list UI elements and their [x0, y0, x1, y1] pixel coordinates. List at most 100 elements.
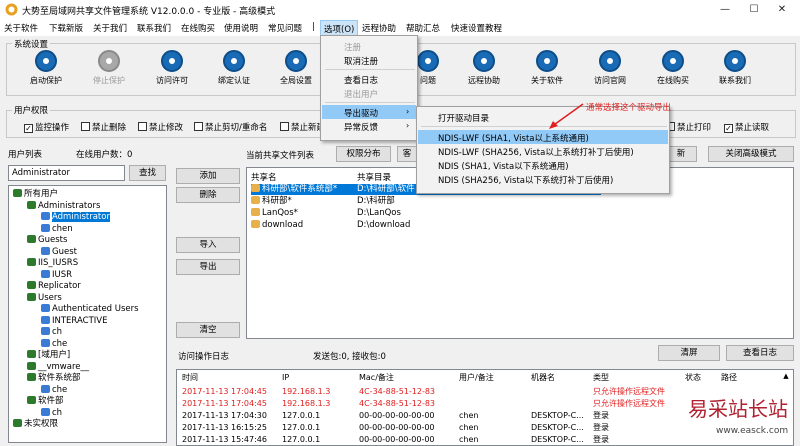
user-icon	[41, 269, 50, 278]
about-software-button[interactable]: 关于软件	[517, 48, 577, 92]
tree-node[interactable]: 未实权限	[13, 419, 58, 430]
tree-node[interactable]: Guests	[27, 235, 67, 246]
tree-node[interactable]: 软件部	[27, 396, 64, 407]
clear-button[interactable]: 清空	[176, 322, 240, 338]
close-advanced-mode-button[interactable]: 关闭高级模式	[708, 146, 794, 162]
search-button[interactable]: 查找	[129, 165, 166, 181]
add-button[interactable]: 添加	[176, 168, 240, 184]
tree-node[interactable]: 所有用户	[13, 189, 58, 200]
folder-icon	[251, 196, 260, 204]
menu-faq[interactable]: 常见问题	[268, 22, 302, 34]
pause-icon	[98, 50, 120, 72]
options-menu-item[interactable]: 导出驱动 ›	[322, 105, 416, 119]
tree-node[interactable]: chen	[41, 223, 73, 235]
user-icon	[41, 304, 50, 312]
buy-online-button[interactable]: 在线购买	[643, 48, 703, 92]
menu-about-us[interactable]: 关于我们	[93, 22, 127, 34]
no-modify-checkbox[interactable]: 禁止修改	[138, 121, 183, 133]
menu-buy[interactable]: 在线购买	[181, 22, 215, 34]
delete-button[interactable]: 删除	[176, 187, 240, 203]
user-icon	[41, 338, 50, 347]
user-icon	[41, 327, 50, 335]
driver-menu-item[interactable]: NDIS-LWF (SHA1, Vista以上系统通用)	[418, 130, 668, 144]
bind-auth-button[interactable]: 绑定认证	[204, 48, 264, 92]
tree-node[interactable]: ch	[41, 327, 62, 338]
tree-node[interactable]: Administrators	[27, 200, 100, 212]
monitor-checkbox[interactable]: ✓ 监控操作	[24, 121, 69, 133]
contact-us-button[interactable]: 联系我们	[705, 48, 765, 92]
tree-node[interactable]: __vmware__	[27, 361, 89, 373]
minimize-button[interactable]: —	[711, 2, 739, 18]
menu-remote[interactable]: 远程协助	[362, 22, 396, 34]
menu-contact[interactable]: 联系我们	[137, 22, 171, 34]
user-search-input[interactable]: Administrator	[8, 165, 125, 181]
tree-node[interactable]: che	[41, 338, 67, 350]
start-protect-button[interactable]: 启动保护	[16, 48, 76, 92]
close-button[interactable]: ✕	[768, 2, 796, 18]
no-cut-rename-checkbox[interactable]: 禁止剪切/重命名	[194, 121, 267, 133]
col-share-dir: 共享目录	[357, 173, 392, 183]
visit-website-button[interactable]: 访问官网	[580, 48, 640, 92]
user-permissions-label: 用户权限	[12, 104, 51, 116]
user-icon	[41, 223, 50, 232]
play-icon	[35, 50, 57, 72]
tree-node[interactable]: IUSR	[41, 269, 72, 281]
browser-icon	[599, 50, 621, 72]
share-row[interactable]: LanQos* D:\LanQos	[251, 208, 601, 219]
view-log-button[interactable]: 查看日志	[726, 345, 794, 361]
menu-help[interactable]: 帮助汇总	[406, 22, 440, 34]
partial-button[interactable]: 客	[397, 146, 417, 162]
remote-assist-button[interactable]: 远程协助	[454, 48, 514, 92]
no-delete-checkbox[interactable]: 禁止删除	[81, 121, 126, 133]
import-button[interactable]: 导入	[176, 237, 240, 253]
driver-menu-item[interactable]: NDIS (SHA256, Vista以下系统打补丁后使用)	[418, 172, 668, 186]
user-icon	[41, 212, 50, 220]
log-row[interactable]: 2017-11-13 16:15:25 127.0.0.1 00-00-00-00-…	[177, 422, 787, 434]
tree-node[interactable]: [域用户]	[27, 350, 70, 361]
user-tree[interactable]: 所有用户 Administrators Administrator chen Guest…	[8, 185, 167, 443]
tree-node[interactable]: Administrator	[41, 212, 110, 223]
share-row[interactable]: download D:\download	[251, 220, 601, 231]
driver-menu-item[interactable]: NDIS (SHA1, Vista以下系统通用)	[418, 158, 668, 172]
access-permit-button[interactable]: 访问许可	[142, 48, 202, 92]
options-menu: 注册 取消注册查看日志 退出用户导出驱动 › 异常反馈 ›	[320, 35, 418, 141]
stop-protect-button[interactable]: 停止保护	[79, 48, 139, 92]
tree-node[interactable]: 软件系统部	[27, 373, 81, 384]
maximize-button[interactable]: ☐	[740, 2, 768, 18]
user-icon	[41, 407, 50, 416]
tree-node[interactable]: Users	[27, 292, 62, 304]
global-settings-button[interactable]: 全局设置	[266, 48, 326, 92]
menu-quick-setup[interactable]: 快速设置教程	[451, 22, 502, 34]
menu-download[interactable]: 下载新版	[49, 22, 83, 34]
tree-node[interactable]: Guest	[41, 246, 77, 258]
group-icon	[27, 350, 36, 358]
export-button[interactable]: 导出	[176, 259, 240, 275]
scroll-up-icon[interactable]: ▲	[781, 372, 791, 382]
tree-node[interactable]: IIS_IUSRS	[27, 258, 78, 269]
share-row[interactable]: 科研部* D:\科研部	[251, 196, 601, 207]
tree-node[interactable]: Replicator	[27, 281, 81, 292]
tree-node[interactable]: ch	[41, 407, 62, 419]
options-menu-item[interactable]: 异常反馈 ›	[322, 119, 416, 133]
no-read-checkbox[interactable]: ✓ 禁止读取	[724, 121, 769, 133]
tree-node[interactable]: INTERACTIVE	[41, 315, 107, 327]
no-print-checkbox[interactable]: 禁止打印	[666, 121, 711, 133]
driver-menu-item[interactable]: NDIS-LWF (SHA256, Vista以上系统打补丁后使用)	[418, 144, 668, 158]
no-create-checkbox[interactable]: 禁止新建	[280, 121, 325, 133]
menu-manual[interactable]: 使用说明	[224, 22, 258, 34]
menu-about-software[interactable]: 关于软件	[4, 22, 38, 34]
options-menu-item[interactable]: 取消注册	[322, 53, 416, 67]
options-menu-item[interactable]: 退出用户	[322, 86, 416, 100]
check-icon: ✓	[724, 124, 733, 133]
watermark-url: www.easck.com	[716, 426, 789, 436]
user-icon	[41, 384, 50, 393]
online-count: 在线用户数：0	[76, 150, 133, 160]
permission-distribution-button[interactable]: 权限分布	[336, 146, 391, 162]
options-menu-item[interactable]: 注册	[322, 39, 416, 53]
menu-options[interactable]: 选项(O)	[320, 20, 359, 36]
clear-screen-button[interactable]: 清屏	[658, 345, 720, 361]
options-menu-item[interactable]: 查看日志	[322, 72, 416, 86]
tree-node[interactable]: Authenticated Users	[41, 304, 139, 315]
log-row[interactable]: 2017-11-13 15:47:46 127.0.0.1 00-00-00-00-…	[177, 434, 787, 445]
tree-node[interactable]: che	[41, 384, 67, 396]
